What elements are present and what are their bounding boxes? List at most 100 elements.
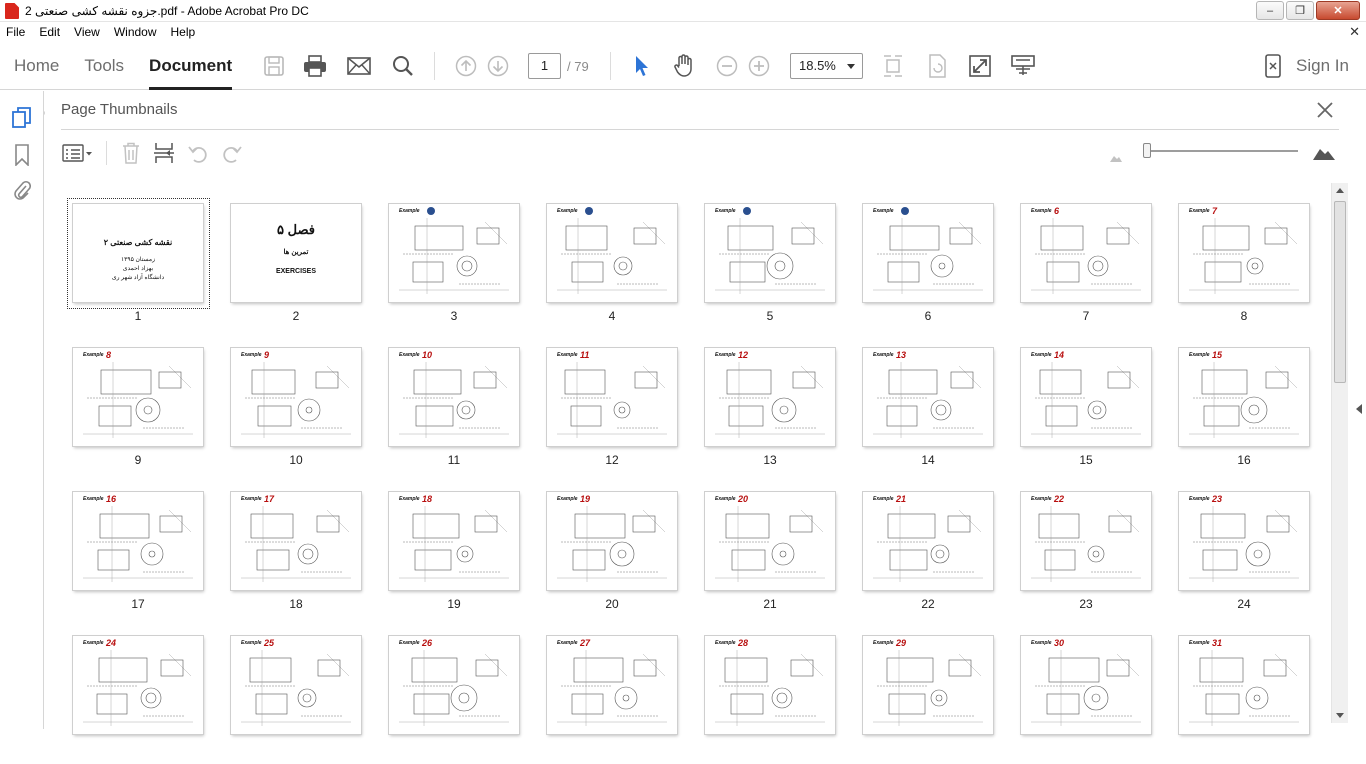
right-pane-expand-icon[interactable]	[1356, 404, 1362, 414]
page-thumbnail[interactable]: Example 18 19	[362, 480, 520, 620]
hand-icon[interactable]	[672, 54, 696, 78]
thumbnail-page[interactable]: Example 30	[1021, 636, 1151, 734]
thumbnail-page[interactable]: Example 10	[389, 348, 519, 446]
close-window-button[interactable]: ✕	[1316, 1, 1360, 20]
page-thumbnail[interactable]: Example 4	[520, 192, 678, 332]
menu-edit[interactable]: Edit	[32, 25, 67, 39]
thumbnail-page[interactable]: Example 23	[1179, 492, 1309, 590]
page-thumbnail[interactable]: Example 22 23	[994, 480, 1152, 620]
thumbnail-page[interactable]: Example 25	[231, 636, 361, 734]
insert-page-icon[interactable]	[153, 141, 175, 165]
thumbnail-page[interactable]: Example 7	[1179, 204, 1309, 302]
thumbnail-page[interactable]: Example	[705, 204, 835, 302]
thumbnail-page[interactable]: Example 15	[1179, 348, 1309, 446]
thumbnail-page[interactable]: Example 19	[547, 492, 677, 590]
scroll-down-arrow-icon[interactable]	[1336, 713, 1344, 718]
fit-page-icon[interactable]	[881, 54, 905, 78]
thumbnail-page[interactable]: Example 20	[705, 492, 835, 590]
thumbnail-page[interactable]: Example 9	[231, 348, 361, 446]
thumbnail-page[interactable]: Example 26	[389, 636, 519, 734]
mobile-link-icon[interactable]	[1261, 54, 1285, 78]
thumbnail-page[interactable]: Example	[389, 204, 519, 302]
thumbnail-page[interactable]: Example	[547, 204, 677, 302]
thumbnail-page[interactable]: Example 28	[705, 636, 835, 734]
search-icon[interactable]	[391, 54, 415, 78]
scroll-up-arrow-icon[interactable]	[1336, 188, 1344, 193]
read-mode-icon[interactable]	[1011, 54, 1035, 78]
page-thumbnail[interactable]: Example 19 20	[520, 480, 678, 620]
rotate-page-icon[interactable]	[925, 54, 949, 78]
thumbnail-size-track[interactable]	[1143, 150, 1298, 152]
sign-in-button[interactable]: Sign In	[1296, 56, 1349, 76]
small-thumbnails-icon[interactable]	[1109, 146, 1123, 170]
thumbnail-page[interactable]: Example 17	[231, 492, 361, 590]
minimize-button[interactable]: –	[1256, 1, 1284, 20]
thumbnail-page[interactable]: Example 24	[73, 636, 203, 734]
print-icon[interactable]	[303, 54, 327, 78]
thumbnail-page[interactable]: Example 22	[1021, 492, 1151, 590]
redo-icon[interactable]	[221, 141, 243, 165]
large-thumbnails-icon[interactable]	[1312, 141, 1336, 165]
thumbnail-page[interactable]: Example 8	[73, 348, 203, 446]
page-thumbnail[interactable]: فصل ۵ تمرین ها EXERCISES 2	[204, 192, 362, 332]
bookmarks-icon[interactable]	[11, 143, 33, 167]
page-up-icon[interactable]	[454, 54, 478, 78]
tab-tools[interactable]: Tools	[84, 42, 124, 90]
thumbnail-page[interactable]: Example 14	[1021, 348, 1151, 446]
page-thumbnail[interactable]: Example 21 22	[836, 480, 994, 620]
options-menu-icon[interactable]	[62, 141, 94, 165]
thumbnail-page[interactable]: Example 29	[863, 636, 993, 734]
page-number-input[interactable]: 1	[528, 53, 561, 79]
menu-help[interactable]: Help	[164, 25, 203, 39]
page-thumbnail[interactable]: Example 25	[204, 624, 362, 764]
page-thumbnail[interactable]: Example 27	[520, 624, 678, 764]
page-thumbnail[interactable]: Example 31	[1152, 624, 1310, 764]
page-thumbnail[interactable]: Example 7 8	[1152, 192, 1310, 332]
thumbnail-page[interactable]: Example	[863, 204, 993, 302]
page-thumbnail[interactable]: Example 28	[678, 624, 836, 764]
page-thumbnail[interactable]: Example 26	[362, 624, 520, 764]
thumbnail-size-slider[interactable]	[1143, 143, 1151, 158]
page-thumbnail[interactable]: Example 29	[836, 624, 994, 764]
zoom-in-icon[interactable]	[747, 54, 771, 78]
save-icon[interactable]	[262, 54, 286, 78]
page-thumbnail[interactable]: Example 11 12	[520, 336, 678, 476]
page-thumbnail[interactable]: Example 13 14	[836, 336, 994, 476]
page-thumbnail[interactable]: Example 17 18	[204, 480, 362, 620]
page-thumbnail[interactable]: Example 16 17	[46, 480, 204, 620]
thumbnail-page[interactable]: Example 27	[547, 636, 677, 734]
page-thumbnail[interactable]: Example 10 11	[362, 336, 520, 476]
thumbnail-page[interactable]: Example 16	[73, 492, 203, 590]
full-screen-icon[interactable]	[968, 54, 992, 78]
zoom-level-select[interactable]: 18.5%	[790, 53, 863, 79]
thumbnail-page[interactable]: Example 13	[863, 348, 993, 446]
scrollbar-thumb[interactable]	[1334, 201, 1346, 383]
thumbnail-page[interactable]: نقشه کشی صنعتی ۲ زمستان ۱۳۹۵ بهزاد احمدی دا…	[73, 204, 203, 302]
page-thumbnail[interactable]: Example 3	[362, 192, 520, 332]
undo-icon[interactable]	[187, 141, 209, 165]
page-thumbnail[interactable]: Example 20 21	[678, 480, 836, 620]
thumbnail-page[interactable]: Example 6	[1021, 204, 1151, 302]
thumbnails-scrollbar[interactable]	[1331, 183, 1348, 723]
page-thumbnail[interactable]: Example 5	[678, 192, 836, 332]
page-thumbnail[interactable]: Example 9 10	[204, 336, 362, 476]
close-document-icon[interactable]: ✕	[1349, 24, 1360, 40]
tab-document[interactable]: Document	[149, 42, 233, 90]
attachments-icon[interactable]	[11, 179, 33, 203]
page-thumbnail[interactable]: Example 24	[46, 624, 204, 764]
page-thumbnail[interactable]: Example 23 24	[1152, 480, 1310, 620]
menu-view[interactable]: View	[67, 25, 107, 39]
thumbnail-page[interactable]: Example 12	[705, 348, 835, 446]
page-thumbnails-icon[interactable]	[11, 106, 33, 130]
thumbnail-page[interactable]: Example 21	[863, 492, 993, 590]
select-arrow-icon[interactable]	[629, 54, 653, 78]
zoom-out-icon[interactable]	[715, 54, 739, 78]
thumbnail-page[interactable]: Example 11	[547, 348, 677, 446]
email-icon[interactable]	[347, 54, 371, 78]
page-thumbnail[interactable]: Example 6 7	[994, 192, 1152, 332]
menu-file[interactable]: File	[0, 25, 32, 39]
page-thumbnail[interactable]: Example 12 13	[678, 336, 836, 476]
page-thumbnail[interactable]: Example 6	[836, 192, 994, 332]
thumbnail-page[interactable]: فصل ۵ تمرین ها EXERCISES	[231, 204, 361, 302]
page-thumbnail[interactable]: Example 14 15	[994, 336, 1152, 476]
